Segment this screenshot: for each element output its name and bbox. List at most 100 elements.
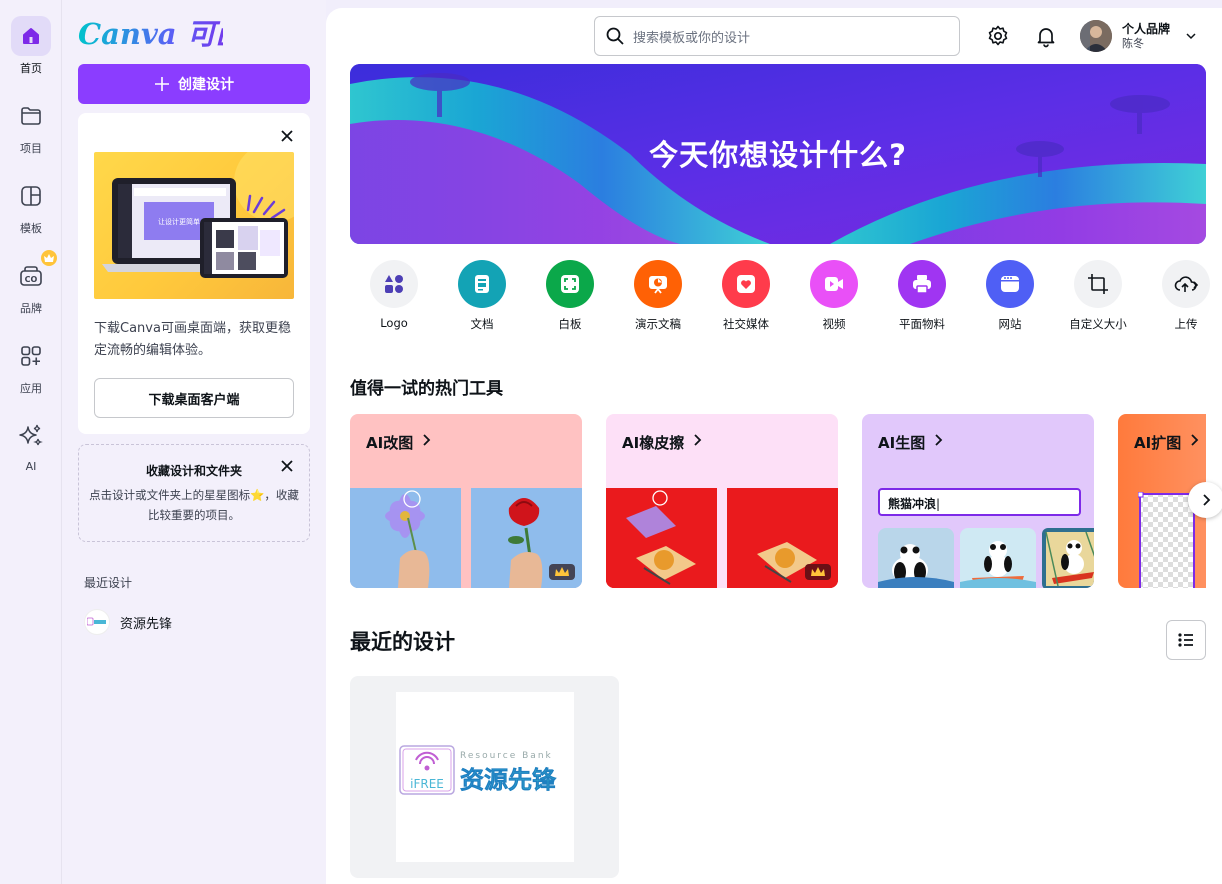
- category-logo[interactable]: Logo: [350, 260, 438, 330]
- tool-card-ai-eraser[interactable]: AI橡皮擦: [606, 414, 838, 588]
- account-menu[interactable]: 个人品牌 陈冬: [1080, 18, 1198, 54]
- design-card[interactable]: iFREE Resource Bank 资源先锋: [350, 676, 619, 878]
- category-label: 网站: [998, 317, 1022, 331]
- create-design-button[interactable]: 创建设计: [78, 64, 310, 104]
- rail-item-home[interactable]: 首页: [0, 16, 62, 88]
- rail-item-apps[interactable]: 应用: [0, 336, 62, 408]
- gear-icon[interactable]: [986, 24, 1010, 48]
- recent-design-label: 资源先锋: [120, 616, 173, 632]
- canva-logo[interactable]: Canva 可画: [78, 14, 223, 54]
- brand-icon: CO: [11, 250, 57, 296]
- rail-label: 应用: [20, 382, 42, 395]
- list-view-button[interactable]: [1166, 620, 1206, 660]
- design-thumbnail: [84, 609, 110, 635]
- tip-title: 收藏设计和文件夹: [145, 464, 242, 478]
- ai-tools-carousel: AI改图 AI橡皮擦 AI生图 熊猫冲浪| AI扩图: [350, 414, 1206, 588]
- tool-card-ai-image[interactable]: AI生图 熊猫冲浪|: [862, 414, 1094, 588]
- category-social[interactable]: 社交媒体: [702, 260, 790, 332]
- tool-title: AI生图: [878, 434, 926, 452]
- tool-card-ai-edit[interactable]: AI改图: [350, 414, 582, 588]
- chevron-right-icon: [1191, 434, 1199, 446]
- main-content: 搜索模板或你的设计 个人品牌 陈冬 今天你想设计什么? Logo 文档 白板 演…: [326, 8, 1222, 884]
- rail-item-ai[interactable]: AI: [0, 416, 62, 488]
- logo-title: 资源先锋: [460, 766, 557, 794]
- category-label: 自定义大小: [1069, 317, 1127, 331]
- user-subtitle: 陈冬: [1122, 37, 1144, 50]
- svg-text:CO: CO: [25, 275, 38, 284]
- tool-title: AI改图: [366, 434, 414, 452]
- search-input[interactable]: 搜索模板或你的设计: [594, 16, 960, 56]
- promo-screen-text: 让设计更简单: [158, 217, 200, 226]
- prompt-value: 熊猫冲浪: [888, 497, 937, 511]
- hero-banner: 今天你想设计什么?: [350, 64, 1206, 244]
- nav-rail: 首页 项目 模板 CO 品牌 应用 AI: [0, 0, 62, 884]
- rail-label: 项目: [20, 142, 42, 155]
- folder-icon: [11, 96, 51, 136]
- generated-images: [878, 528, 1094, 588]
- category-upload[interactable]: 上传: [1142, 260, 1220, 332]
- desktop-app-card: 让设计更简单 下载Canva可画桌面端，获取更稳定流畅的编辑体验。 下载桌面客户…: [78, 113, 310, 434]
- logo-text: Canva 可画: [78, 17, 223, 51]
- avatar: [1080, 20, 1112, 52]
- category-shortcuts: Logo 文档 白板 演示文稿 社交媒体 视频 平面物料 网站 自定义大小 上传: [350, 260, 1220, 342]
- close-icon[interactable]: [278, 127, 296, 145]
- rail-label: 首页: [20, 62, 42, 75]
- crown-icon: [41, 250, 57, 266]
- category-doc[interactable]: 文档: [438, 260, 526, 332]
- logo-badge: iFREE: [410, 777, 444, 791]
- chevron-right-icon: [423, 434, 431, 446]
- crop-icon: [1074, 260, 1122, 308]
- tool-preview-after: [471, 488, 582, 588]
- category-label: 白板: [558, 317, 582, 331]
- video-icon: [810, 260, 858, 308]
- website-icon: [986, 260, 1034, 308]
- chevron-right-icon: [935, 434, 943, 446]
- chevron-down-icon: [1186, 33, 1196, 40]
- recent-design-item[interactable]: 资源先锋: [84, 608, 304, 636]
- desktop-app-description: 下载Canva可画桌面端，获取更稳定流畅的编辑体验。: [94, 321, 291, 358]
- category-custom-size[interactable]: 自定义大小: [1054, 260, 1142, 332]
- user-name: 个人品牌: [1122, 22, 1171, 36]
- list-view-icon: [1178, 633, 1193, 647]
- rail-item-projects[interactable]: 项目: [0, 96, 62, 168]
- tool-title: AI橡皮擦: [622, 434, 685, 452]
- shapes-icon: [370, 260, 418, 308]
- template-icon: [11, 176, 51, 216]
- home-icon: [11, 16, 51, 56]
- category-label: 社交媒体: [723, 317, 769, 331]
- document-icon: [458, 260, 506, 308]
- favorites-tip: 收藏设计和文件夹 点击设计或文件夹上的星星图标⭐，收藏比较重要的项目。: [78, 444, 310, 542]
- rail-label: 模板: [20, 222, 42, 235]
- heart-icon: [722, 260, 770, 308]
- prompt-input[interactable]: 熊猫冲浪|: [878, 488, 1081, 516]
- carousel-next-button[interactable]: [1188, 482, 1222, 518]
- printer-icon: [898, 260, 946, 308]
- desktop-app-illustration: 让设计更简单: [94, 152, 294, 299]
- recent-designs-title: 最近的设计: [350, 630, 455, 654]
- category-website[interactable]: 网站: [966, 260, 1054, 332]
- sparkle-icon: [11, 416, 51, 456]
- plus-icon: [155, 77, 169, 91]
- search-placeholder: 搜索模板或你的设计: [633, 30, 751, 46]
- cloud-upload-icon: [1162, 260, 1210, 308]
- tools-section-title: 值得一试的热门工具: [350, 379, 503, 399]
- category-whiteboard[interactable]: 白板: [526, 260, 614, 332]
- search-icon: [606, 27, 624, 45]
- side-panel: Canva 可画 创建设计 让设计更简单: [62, 0, 326, 884]
- category-print[interactable]: 平面物料: [878, 260, 966, 332]
- category-video[interactable]: 视频: [790, 260, 878, 332]
- recent-designs-heading: 最近设计: [84, 576, 133, 590]
- logo-subtitle: Resource Bank: [460, 751, 553, 761]
- download-desktop-button[interactable]: 下载桌面客户端: [94, 378, 294, 418]
- tool-preview-before: [350, 488, 461, 588]
- bell-icon[interactable]: [1034, 24, 1058, 48]
- rail-label: 品牌: [20, 302, 42, 315]
- rail-item-brand[interactable]: CO 品牌: [0, 250, 62, 328]
- rail-item-templates[interactable]: 模板: [0, 176, 62, 248]
- tool-title: AI扩图: [1134, 434, 1182, 452]
- tip-text: 点击设计或文件夹上的星星图标⭐，收藏比较重要的项目。: [89, 488, 299, 522]
- category-presentation[interactable]: 演示文稿: [614, 260, 702, 332]
- category-label: 演示文稿: [635, 317, 681, 331]
- tool-preview-after: [727, 488, 838, 588]
- chevron-right-icon: [694, 434, 702, 446]
